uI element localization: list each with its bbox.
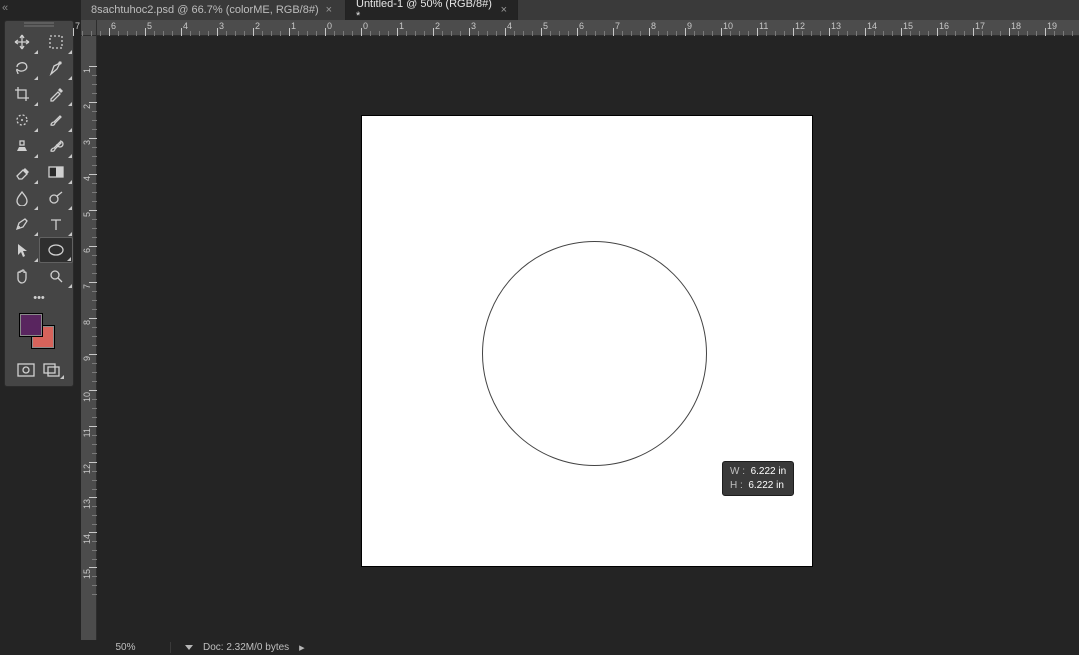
- panel-expand-chevron-icon[interactable]: «: [2, 2, 8, 14]
- ruler-h-label: 3: [471, 21, 476, 31]
- gradient-tool[interactable]: [39, 159, 73, 185]
- status-menu-dropdown-icon[interactable]: [185, 645, 193, 650]
- blur-tool[interactable]: [5, 185, 39, 211]
- ruler-h-label: 17: [975, 21, 985, 31]
- pen-tool[interactable]: [5, 211, 39, 237]
- ruler-v-label: 12: [82, 464, 92, 474]
- edit-toolbar-button[interactable]: •••: [5, 289, 73, 307]
- ruler-h-label: 6: [579, 21, 584, 31]
- ruler-h-label: 7: [615, 21, 620, 31]
- ruler-v-label: 1: [82, 68, 92, 73]
- ruler-h-label: 14: [867, 21, 877, 31]
- ruler-vertical[interactable]: 123456789101112131415: [81, 36, 97, 640]
- ellipsis-icon: •••: [33, 292, 45, 304]
- ruler-h-label: 6: [111, 21, 116, 31]
- ruler-h-label: 2: [255, 21, 260, 31]
- ruler-h-label: 11: [759, 21, 768, 31]
- ruler-h-label: 0: [363, 21, 368, 31]
- ruler-h-label: 2: [435, 21, 440, 31]
- rect-marquee-tool[interactable]: [39, 29, 73, 55]
- ruler-h-label: 12: [795, 21, 805, 31]
- ruler-h-label: 18: [1011, 21, 1021, 31]
- canvas-viewport[interactable]: W : 6.222 in H : 6.222 in: [97, 36, 1079, 640]
- path-selection-tool[interactable]: [5, 237, 39, 263]
- ruler-v-label: 10: [82, 392, 92, 402]
- ruler-v-label: 15: [82, 569, 92, 579]
- tool-panel: •••: [4, 20, 74, 387]
- color-swatches: [5, 307, 73, 357]
- ruler-h-label: 4: [183, 21, 188, 31]
- lasso-tool[interactable]: [5, 55, 39, 81]
- foreground-color-swatch[interactable]: [19, 313, 43, 337]
- clone-stamp-tool[interactable]: [5, 133, 39, 159]
- ruler-h-label: 3: [219, 21, 224, 31]
- dodge-tool[interactable]: [39, 185, 73, 211]
- ruler-horizontal[interactable]: 76543210012345678910111213141516171819: [97, 20, 1079, 36]
- ruler-v-label: 14: [82, 534, 92, 544]
- spot-heal-tool[interactable]: [5, 107, 39, 133]
- ruler-h-label: 8: [651, 21, 656, 31]
- document-tab[interactable]: Untitled-1 @ 50% (RGB/8#) * ×: [346, 0, 518, 20]
- eraser-tool[interactable]: [5, 159, 39, 185]
- move-tool[interactable]: [5, 29, 39, 55]
- ellipse-shape-preview[interactable]: [482, 241, 707, 466]
- ellipse-shape-tool[interactable]: [39, 237, 73, 263]
- ruler-h-label: 4: [507, 21, 512, 31]
- crop-tool[interactable]: [5, 81, 39, 107]
- ruler-h-label: 7: [75, 21, 80, 31]
- ruler-h-label: 9: [687, 21, 692, 31]
- ruler-h-label: 1: [291, 21, 296, 31]
- ruler-v-label: 6: [82, 248, 92, 253]
- ruler-origin-corner[interactable]: [81, 20, 97, 36]
- ruler-h-label: 5: [147, 21, 152, 31]
- ruler-h-label: 5: [543, 21, 548, 31]
- status-bar: 50% Doc: 2.32M/0 bytes ▸: [81, 640, 1079, 655]
- ruler-h-label: 13: [831, 21, 841, 31]
- screen-mode-toggle[interactable]: [39, 360, 65, 380]
- quick-mask-toggle[interactable]: [13, 360, 39, 380]
- hand-tool[interactable]: [5, 263, 39, 289]
- ruler-h-label: 1: [399, 21, 404, 31]
- tool-panel-grip[interactable]: [5, 21, 73, 29]
- ruler-v-label: 4: [82, 176, 92, 181]
- ruler-h-label: 10: [723, 21, 733, 31]
- type-tool[interactable]: [39, 211, 73, 237]
- canvas-work-area: 76543210012345678910111213141516171819 1…: [81, 20, 1079, 640]
- ruler-h-label: 19: [1047, 21, 1057, 31]
- brush-tool[interactable]: [39, 107, 73, 133]
- close-icon[interactable]: ×: [326, 4, 332, 16]
- document-tab[interactable]: 8sachtuhoc2.psd @ 66.7% (colorME, RGB/8#…: [81, 0, 346, 20]
- dim-h-value: 6.222 in: [748, 480, 784, 491]
- history-brush-tool[interactable]: [39, 133, 73, 159]
- ruler-v-label: 8: [82, 320, 92, 325]
- ruler-v-label: 3: [82, 140, 92, 145]
- dim-h-label: H :: [730, 480, 743, 491]
- eyedropper-tool[interactable]: [39, 81, 73, 107]
- status-doc-info: Doc: 2.32M/0 bytes: [203, 642, 289, 653]
- status-info-flyout-icon[interactable]: ▸: [299, 641, 305, 654]
- ruler-h-label: 0: [327, 21, 332, 31]
- dim-w-value: 6.222 in: [751, 466, 787, 477]
- document-tab-label: Untitled-1 @ 50% (RGB/8#) *: [356, 0, 494, 22]
- dim-w-label: W :: [730, 466, 745, 477]
- dimension-tooltip: W : 6.222 in H : 6.222 in: [722, 461, 794, 496]
- document-tab-label: 8sachtuhoc2.psd @ 66.7% (colorME, RGB/8#…: [91, 4, 319, 16]
- ruler-v-label: 5: [82, 212, 92, 217]
- close-icon[interactable]: ×: [501, 4, 507, 16]
- ruler-h-label: 15: [903, 21, 913, 31]
- ruler-v-label: 7: [82, 284, 92, 289]
- ruler-v-label: 2: [82, 104, 92, 109]
- status-zoom-field[interactable]: 50%: [81, 642, 171, 653]
- ruler-h-label: 16: [939, 21, 949, 31]
- ruler-v-label: 13: [82, 499, 92, 509]
- quick-selection-tool[interactable]: [39, 55, 73, 81]
- document-tab-strip: 8sachtuhoc2.psd @ 66.7% (colorME, RGB/8#…: [81, 0, 1079, 20]
- zoom-tool[interactable]: [39, 263, 73, 289]
- ruler-v-label: 11: [82, 428, 92, 437]
- ruler-v-label: 9: [82, 356, 92, 361]
